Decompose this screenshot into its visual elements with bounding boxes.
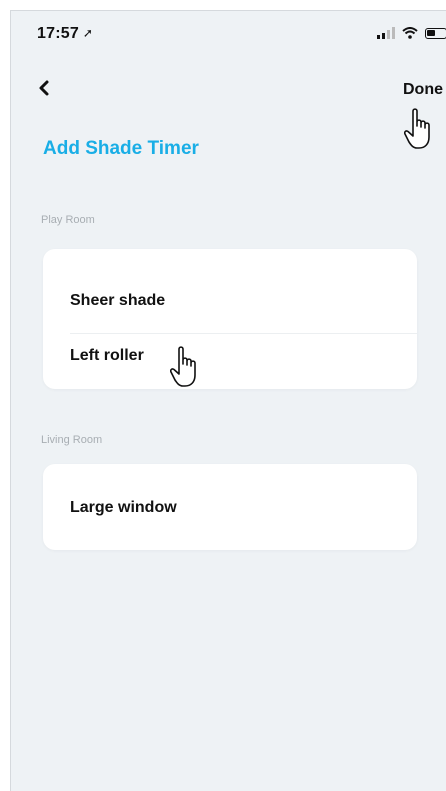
room-card-play-room: Sheer shade Left roller	[43, 249, 417, 389]
room-card-living-room: Large window	[43, 464, 417, 550]
time-text: 17:57	[37, 25, 79, 42]
shade-item-large-window[interactable]: Large window	[70, 499, 177, 517]
nav-bar: Done	[11, 71, 446, 111]
chevron-left-icon	[39, 80, 49, 96]
hand-pointer-icon	[170, 346, 196, 387]
shade-item-left-roller[interactable]: Left roller	[70, 347, 144, 365]
hand-pointer-icon	[404, 108, 430, 149]
status-bar: 17:57 ➚	[11, 11, 446, 55]
room-label-living-room: Living Room	[41, 434, 103, 446]
done-button[interactable]: Done	[403, 81, 443, 99]
location-arrow-icon: ➚	[82, 26, 94, 40]
app-screen: 17:57 ➚ Done Add Shade Timer Play Room Sh…	[10, 10, 446, 791]
back-button[interactable]	[33, 73, 57, 103]
wifi-icon	[402, 27, 418, 39]
status-icons	[377, 27, 446, 39]
signal-icon	[377, 27, 395, 39]
status-time: 17:57 ➚	[37, 25, 93, 43]
shade-item-sheer-shade[interactable]: Sheer shade	[70, 292, 165, 310]
list-divider	[70, 333, 417, 334]
page-title: Add Shade Timer	[43, 138, 199, 159]
room-label-play-room: Play Room	[41, 214, 95, 226]
battery-icon	[425, 27, 446, 39]
